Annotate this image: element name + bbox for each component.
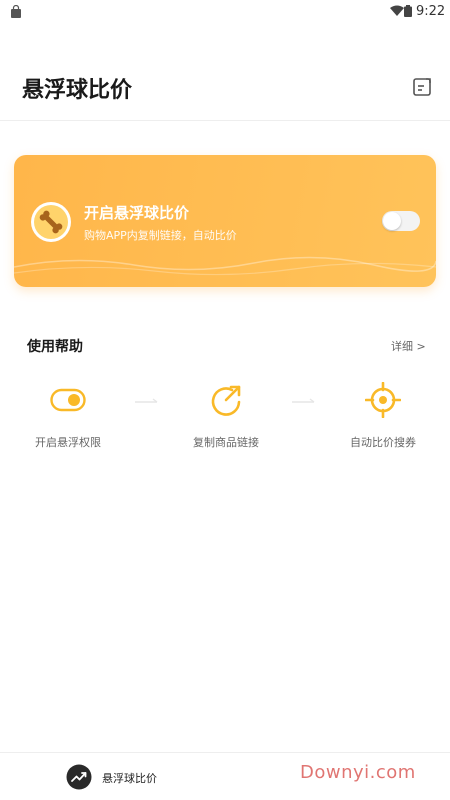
help-detail-link[interactable]: 详细 > (391, 338, 426, 354)
wave-decoration (14, 256, 436, 276)
step-label: 复制商品链接 (193, 436, 259, 449)
battery-icon (404, 5, 412, 17)
share-arrow-icon (211, 385, 241, 416)
edit-note-icon[interactable] (410, 75, 434, 99)
toggle-knob (383, 212, 401, 230)
header-divider (0, 120, 450, 121)
shopping-bag-icon (11, 5, 21, 18)
step-auto-compare: 自动比价搜券 (323, 382, 443, 462)
step-copy-link: 复制商品链接 (166, 382, 286, 462)
arrow-right-icon (135, 398, 158, 403)
step-label: 自动比价搜券 (350, 436, 416, 449)
arrow-right-icon (292, 398, 315, 403)
status-bar: 9:22 (0, 0, 450, 24)
watermark: Downyi.com (300, 762, 416, 783)
trend-icon (66, 764, 92, 790)
toggle-icon (50, 388, 86, 412)
floating-ball-card: 开启悬浮球比价 购物APP内复制链接，自动比价 (14, 155, 436, 287)
clock: 9:22 (416, 4, 446, 19)
step-label: 开启悬浮权限 (35, 436, 101, 449)
help-section-title: 使用帮助 (27, 339, 83, 355)
wifi-icon (390, 5, 404, 16)
floating-ball-toggle[interactable] (382, 211, 420, 231)
page-title: 悬浮球比价 (22, 78, 133, 103)
bone-icon (31, 202, 71, 242)
app-header: 悬浮球比价 (0, 60, 450, 120)
target-icon (365, 382, 401, 418)
card-subtitle: 购物APP内复制链接，自动比价 (84, 229, 237, 242)
nav-label: 悬浮球比价 (102, 772, 157, 785)
step-enable-permission: 开启悬浮权限 (8, 382, 128, 462)
card-title: 开启悬浮球比价 (84, 204, 190, 222)
